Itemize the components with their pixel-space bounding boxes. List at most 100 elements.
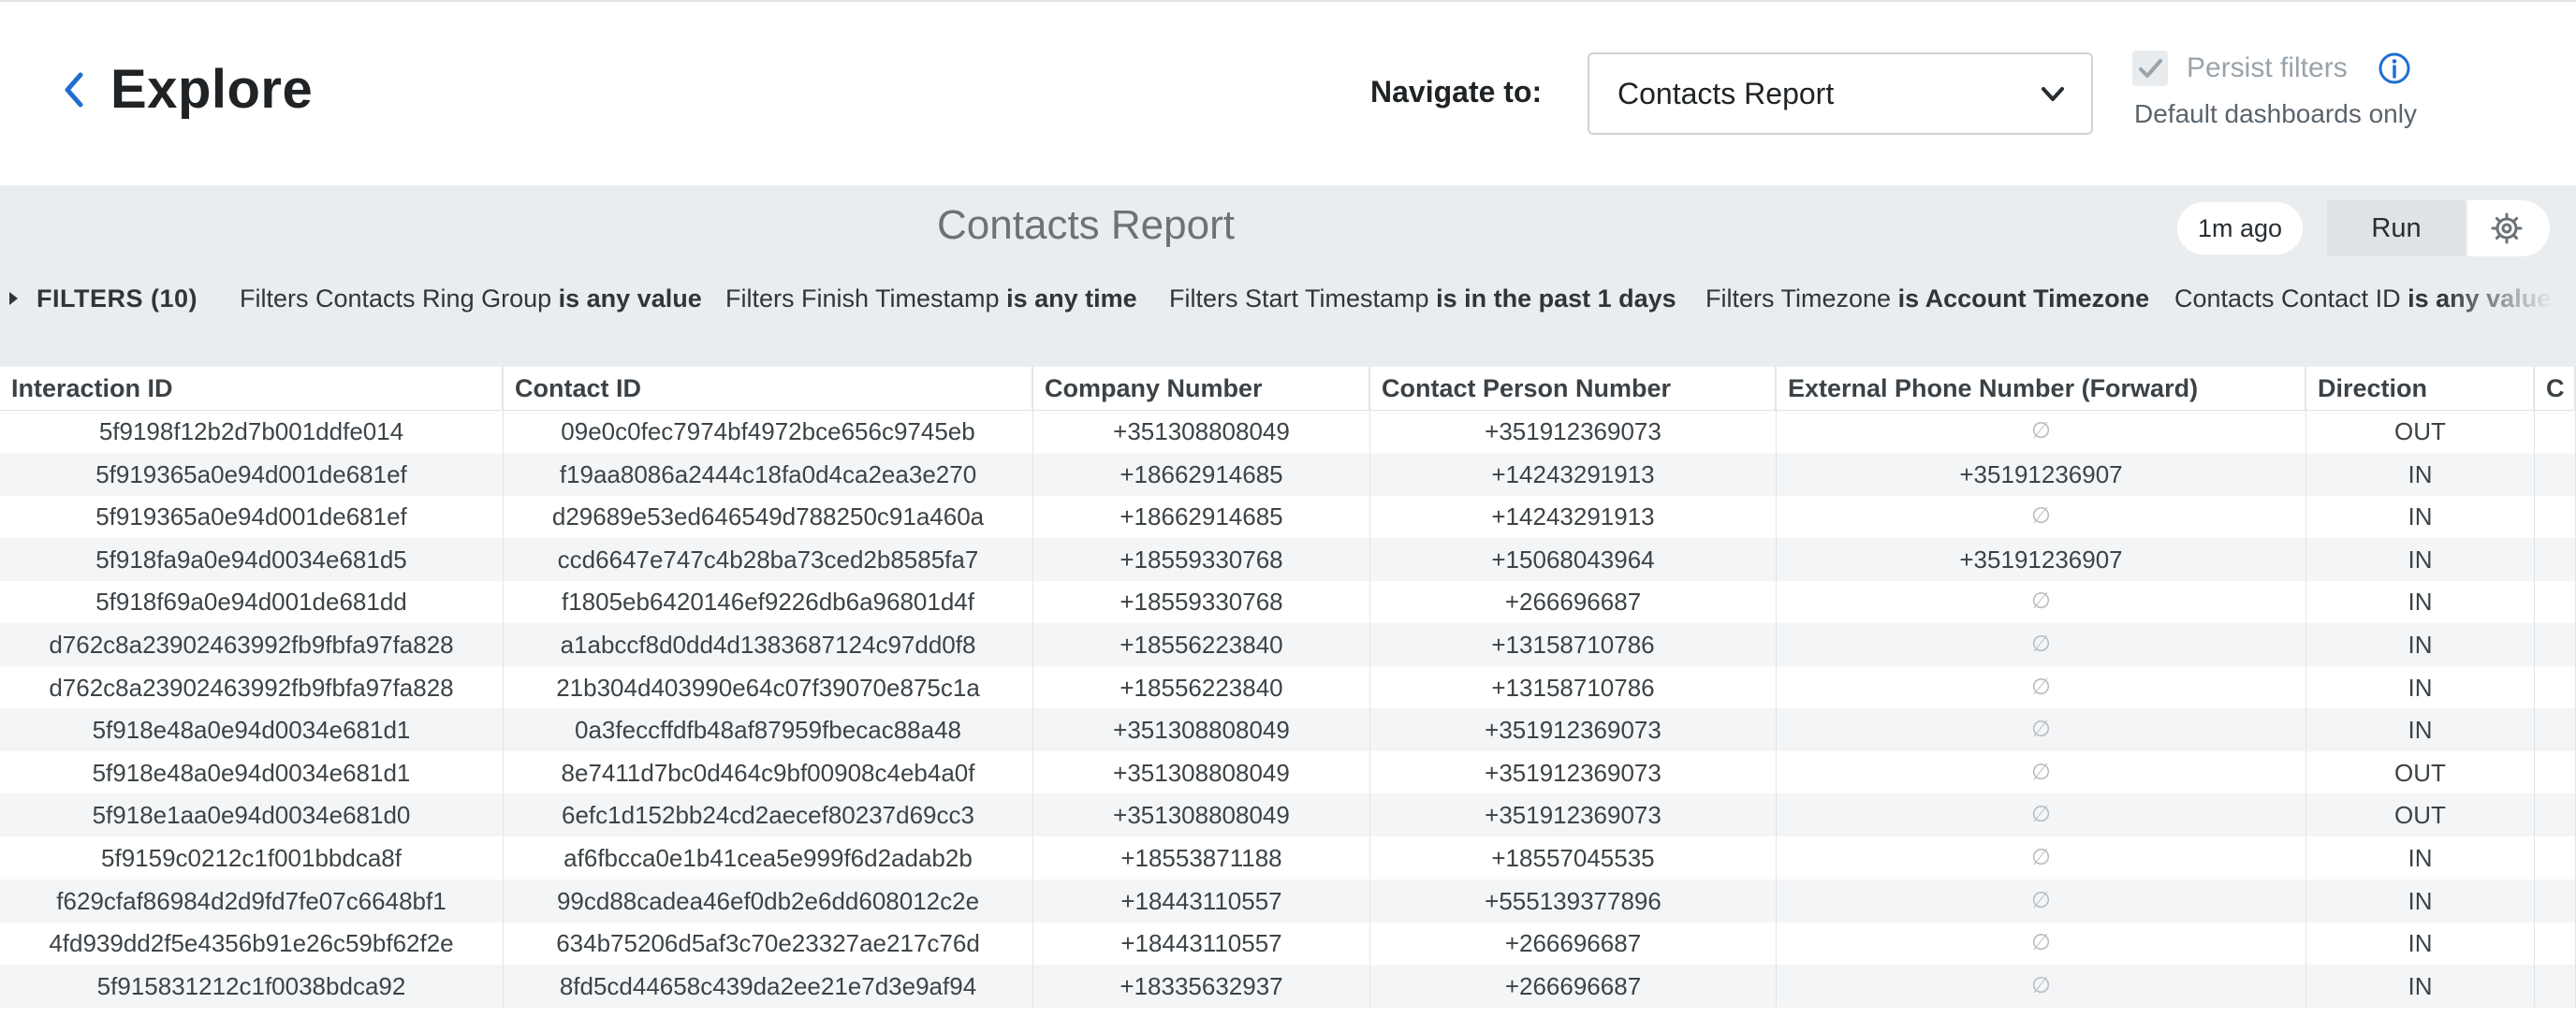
table-row[interactable]: d762c8a23902463992fb9fbfa97fa828 a1abccf8…: [0, 623, 2576, 666]
table-cell: d762c8a23902463992fb9fbfa97fa828: [0, 623, 504, 666]
table-cell: +14243291913: [1370, 495, 1777, 539]
filter-field: Filters Start Timestamp: [1169, 284, 1429, 313]
table-cell: IN: [2306, 580, 2535, 624]
table-cell-empty: [2535, 665, 2576, 709]
table-cell: 8fd5cd44658c439da2ee21e7d3e9af94: [504, 964, 1033, 1008]
column-header[interactable]: Contact Person Number: [1370, 367, 1777, 410]
filter-value: is in the past 1 days: [1436, 284, 1676, 313]
filter-chip[interactable]: Filters Finish Timestamp is any time: [725, 284, 1137, 313]
table-cell: IN: [2306, 922, 2535, 966]
table-cell: IN: [2306, 537, 2535, 581]
table-row[interactable]: 5f9159c0212c1f001bbdca8f af6fbcca0e1b41ce…: [0, 836, 2576, 880]
table-cell: ∅: [1777, 922, 2306, 966]
settings-button[interactable]: [2467, 200, 2550, 256]
navigate-select[interactable]: Contacts Report: [1588, 52, 2093, 135]
table-cell: 5f918e48a0e94d0034e681d1: [0, 708, 504, 752]
table-cell: +351308808049: [1033, 708, 1370, 752]
table-row[interactable]: d762c8a23902463992fb9fbfa97fa828 21b304d4…: [0, 665, 2576, 709]
table-cell: +266696687: [1370, 964, 1777, 1008]
persist-filters-label: Persist filters: [2187, 52, 2348, 83]
table-cell-empty: [2535, 708, 2576, 752]
table-cell: +18443110557: [1033, 879, 1370, 923]
table-row[interactable]: 5f918e48a0e94d0034e681d1 8e7411d7bc0d464c…: [0, 750, 2576, 794]
run-button[interactable]: Run: [2327, 200, 2466, 256]
table-row[interactable]: 5f919365a0e94d001de681ef f19aa8086a2444c1…: [0, 452, 2576, 496]
check-icon: [2139, 59, 2162, 78]
filter-chip[interactable]: Filters Start Timestamp is in the past 1…: [1169, 284, 1676, 313]
table-cell: +14243291913: [1370, 452, 1777, 496]
table-cell: +266696687: [1370, 922, 1777, 966]
table-cell: +555139377896: [1370, 879, 1777, 923]
column-header[interactable]: Contact ID: [504, 367, 1033, 410]
dashboard-title: Contacts Report: [937, 202, 1235, 248]
table-row[interactable]: 5f919365a0e94d001de681ef d29689e53ed64654…: [0, 495, 2576, 539]
table-cell-empty: [2535, 452, 2576, 496]
column-header[interactable]: Direction: [2306, 367, 2535, 410]
table-cell: ∅: [1777, 964, 2306, 1008]
chevron-left-icon[interactable]: [60, 69, 88, 110]
table-cell: +18335632937: [1033, 964, 1370, 1008]
table-cell: f1805eb6420146ef9226db6a96801d4f: [504, 580, 1033, 624]
table-cell: +266696687: [1370, 580, 1777, 624]
column-header[interactable]: C: [2535, 367, 2576, 410]
table-cell-empty: [2535, 964, 2576, 1008]
table-cell: IN: [2306, 836, 2535, 880]
table-row[interactable]: 5f918fa9a0e94d0034e681d5 ccd6647e747c4b28…: [0, 537, 2576, 581]
table-cell: +351912369073: [1370, 750, 1777, 794]
table-cell: 5f9198f12b2d7b001ddfe014: [0, 410, 504, 453]
table-cell: IN: [2306, 879, 2535, 923]
table-cell: 5f919365a0e94d001de681ef: [0, 495, 504, 539]
filter-chip[interactable]: Filters Contacts Ring Group is any value: [240, 284, 702, 313]
info-icon[interactable]: [2378, 51, 2411, 85]
table-cell-empty: [2535, 922, 2576, 966]
column-header[interactable]: External Phone Number (Forward): [1777, 367, 2306, 410]
table-cell: d29689e53ed646549d788250c91a460a: [504, 495, 1033, 539]
table-cell: 6efc1d152bb24cd2aecef80237d69cc3: [504, 793, 1033, 837]
table-cell: 5f9159c0212c1f001bbdca8f: [0, 836, 504, 880]
table-row[interactable]: f629cfaf86984d2d9fd7fe07c6648bf1 99cd88ca…: [0, 879, 2576, 923]
table-row[interactable]: 5f918f69a0e94d001de681dd f1805eb6420146ef…: [0, 580, 2576, 624]
filter-field: Filters Finish Timestamp: [725, 284, 1000, 313]
table-cell-empty: [2535, 836, 2576, 880]
table-cell: +18557045535: [1370, 836, 1777, 880]
table-cell: ∅: [1777, 495, 2306, 539]
filters-fade: [2443, 281, 2555, 322]
table-cell: 09e0c0fec7974bf4972bce656c9745eb: [504, 410, 1033, 453]
table-cell-empty: [2535, 495, 2576, 539]
table-cell-empty: [2535, 537, 2576, 581]
dashboard-toolbar: Contacts Report 1m ago Run FILTERS (10) …: [0, 185, 2576, 367]
table-cell: +351912369073: [1370, 793, 1777, 837]
table-cell: IN: [2306, 495, 2535, 539]
filters-toggle[interactable]: FILTERS (10): [9, 284, 198, 313]
filter-value: is any value: [558, 284, 702, 313]
table-cell: ∅: [1777, 708, 2306, 752]
table-cell: IN: [2306, 708, 2535, 752]
table-cell: +351308808049: [1033, 750, 1370, 794]
table-cell: +18556223840: [1033, 623, 1370, 666]
table-row[interactable]: 5f9198f12b2d7b001ddfe014 09e0c0fec7974bf4…: [0, 410, 2576, 453]
filter-chip[interactable]: Filters Timezone is Account Timezone: [1705, 284, 2149, 313]
last-run-badge: 1m ago: [2177, 202, 2303, 254]
table-cell: 5f918fa9a0e94d0034e681d5: [0, 537, 504, 581]
filter-field: Filters Contacts Ring Group: [240, 284, 552, 313]
table-cell: f19aa8086a2444c18fa0d4ca2ea3e270: [504, 452, 1033, 496]
table-row[interactable]: 4fd939dd2f5e4356b91e26c59bf62f2e 634b7520…: [0, 922, 2576, 966]
navigate-label: Navigate to:: [1370, 75, 1543, 109]
persist-filters-checkbox[interactable]: [2132, 51, 2168, 86]
column-header[interactable]: Interaction ID: [0, 367, 504, 410]
table-row[interactable]: 5f915831212c1f0038bdca92 8fd5cd44658c439d…: [0, 964, 2576, 1008]
table-cell-empty: [2535, 580, 2576, 624]
table-cell: OUT: [2306, 410, 2535, 453]
table-cell: +35191236907: [1777, 537, 2306, 581]
chevron-down-icon: [2042, 87, 2064, 101]
table-cell: ∅: [1777, 836, 2306, 880]
navigate-select-value: Contacts Report: [1617, 77, 1835, 110]
table-row[interactable]: 5f918e1aa0e94d0034e681d0 6efc1d152bb24cd2…: [0, 793, 2576, 837]
table-header: Interaction ID Contact ID Company Number Co…: [0, 367, 2576, 411]
column-header[interactable]: Company Number: [1033, 367, 1370, 410]
table-cell: a1abccf8d0dd4d1383687124c97dd0f8: [504, 623, 1033, 666]
table-cell: 634b75206d5af3c70e23327ae217c76d: [504, 922, 1033, 966]
table-row[interactable]: 5f918e48a0e94d0034e681d1 0a3feccffdfb48af…: [0, 708, 2576, 752]
table-cell: OUT: [2306, 750, 2535, 794]
table-cell: ∅: [1777, 793, 2306, 837]
